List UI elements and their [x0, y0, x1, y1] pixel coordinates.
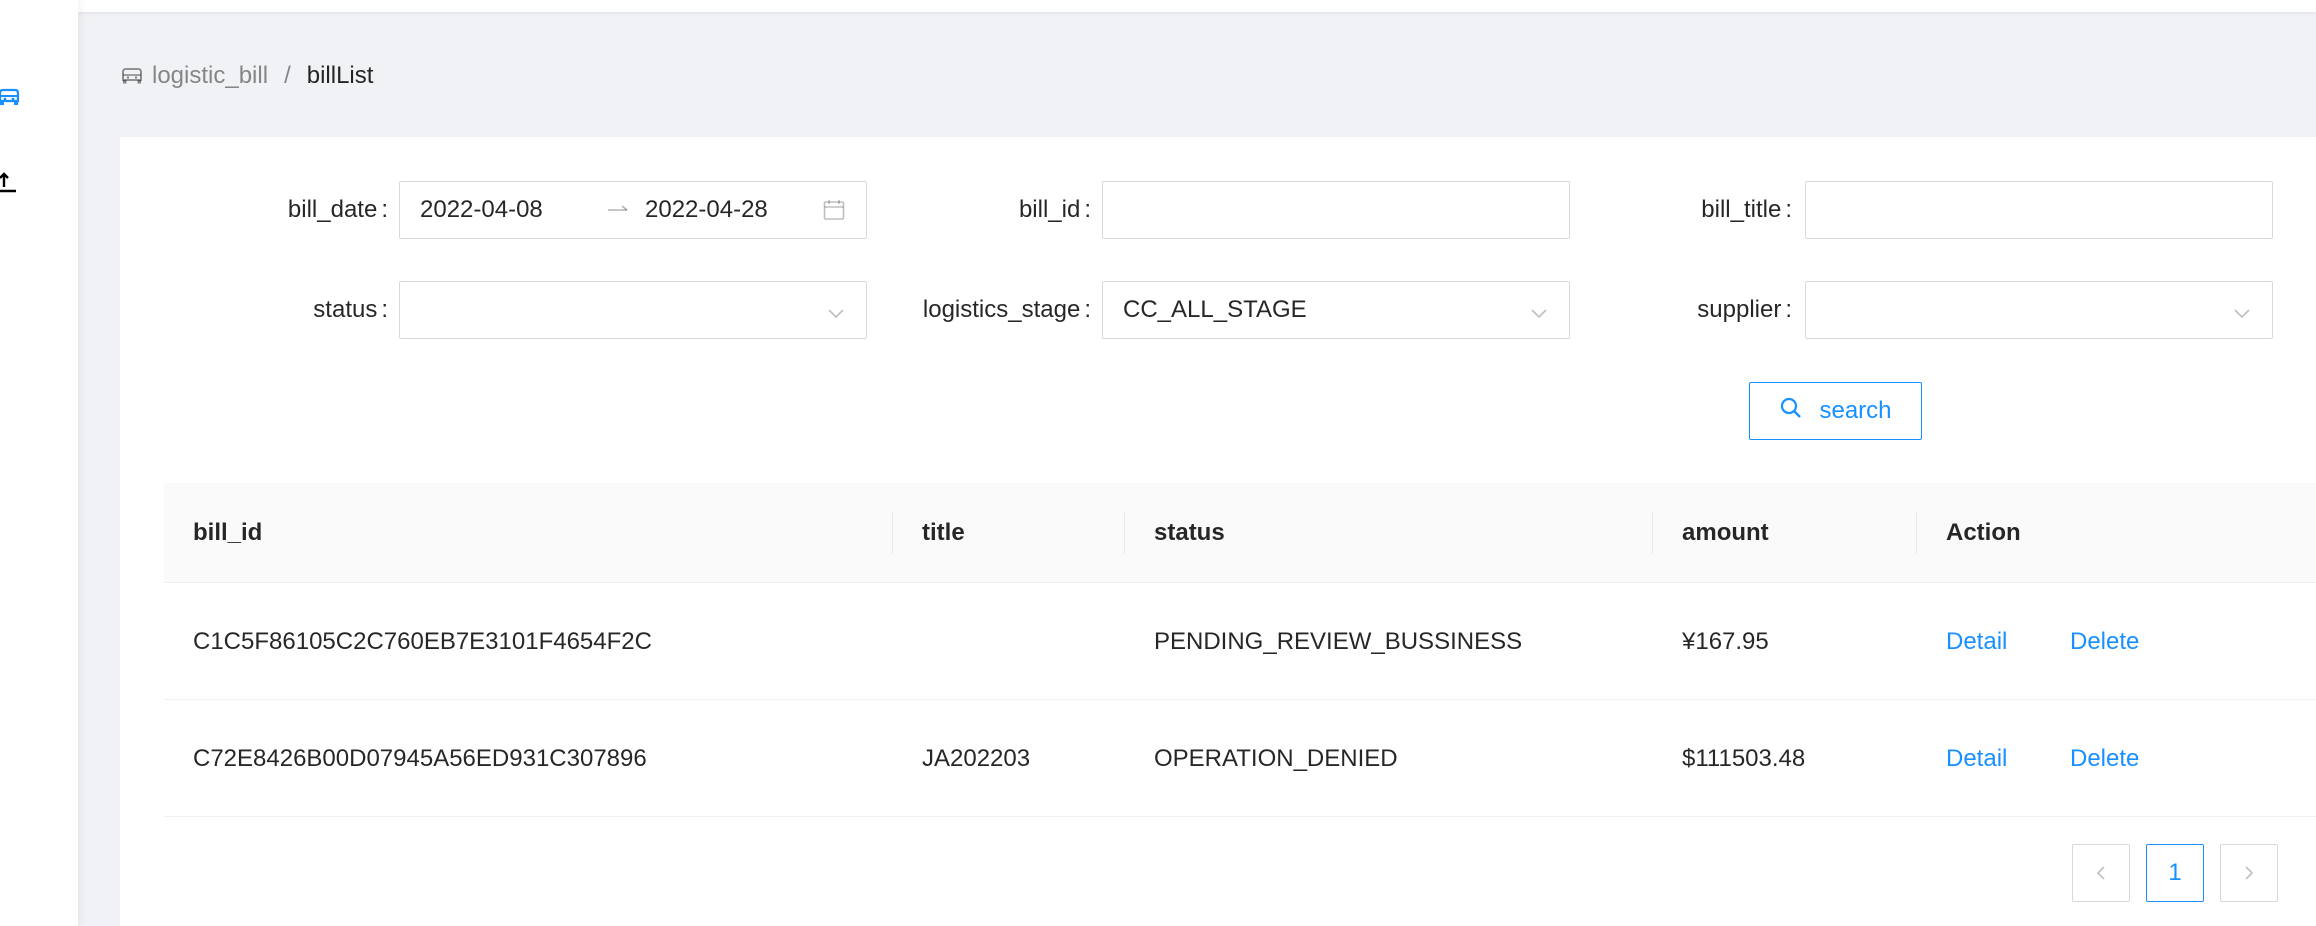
car-icon: [0, 88, 20, 105]
cell-action: Detail: [1946, 583, 2007, 700]
car-icon: [120, 64, 144, 88]
logistics-stage-label: logistics_stage: [923, 281, 1091, 339]
content-card: bill_date 2022-04-08 2022-04-28 bill_id: [120, 137, 2316, 926]
pagination-prev-button[interactable]: [2072, 844, 2130, 902]
menu-item-upload[interactable]: [0, 168, 24, 198]
cell-action: Delete: [2070, 700, 2139, 817]
table-row: C1C5F86105C2C760EB7E3101F4654F2C PENDING…: [164, 583, 2316, 700]
breadcrumb-parent[interactable]: logistic_bill: [152, 62, 268, 90]
bill-date-label: bill_date: [288, 181, 388, 239]
calendar-icon: [822, 198, 846, 229]
cell-status: PENDING_REVIEW_BUSSINESS: [1154, 627, 1523, 655]
status-select[interactable]: [399, 281, 867, 339]
breadcrumb: logistic_bill / billList: [120, 60, 373, 92]
column-header-title: title: [922, 519, 965, 546]
supplier-select[interactable]: [1805, 281, 2273, 339]
column-header-action: Action: [1946, 519, 2021, 546]
cell-title: JA202203: [922, 744, 1031, 772]
header-bar: [78, 0, 2316, 12]
logistics-stage-select[interactable]: CC_ALL_STAGE: [1102, 281, 1570, 339]
bill-title-input[interactable]: [1806, 182, 2272, 238]
pagination-page-item[interactable]: 1: [2146, 844, 2204, 902]
supplier-label: supplier: [1697, 281, 1792, 339]
bill-id-input-wrap: [1102, 181, 1570, 239]
bill-table: bill_id title status amount Action C1C5F…: [164, 483, 2316, 817]
status-label: status: [313, 281, 388, 339]
upload-icon: [0, 172, 16, 193]
cell-bill-id: C1C5F86105C2C760EB7E3101F4654F2C: [193, 627, 652, 655]
sider: [0, 0, 78, 926]
cell-status: OPERATION_DENIED: [1154, 744, 1398, 772]
column-divider: [892, 512, 893, 554]
table-row: C72E8426B00D07945A56ED931C307896 JA20220…: [164, 700, 2316, 817]
chevron-right-icon: [2245, 866, 2254, 880]
cell-bill-id: C72E8426B00D07945A56ED931C307896: [193, 744, 647, 772]
bill-id-input[interactable]: [1103, 182, 1569, 238]
cell-action: Delete: [2070, 583, 2139, 700]
logistics-stage-select-value: CC_ALL_STAGE: [1123, 296, 1307, 323]
cell-action: Detail: [1946, 700, 2007, 817]
filter-row-1: bill_date 2022-04-08 2022-04-28 bill_id: [120, 181, 2316, 239]
bill-date-end[interactable]: 2022-04-28: [645, 196, 768, 224]
column-divider: [1916, 512, 1917, 554]
delete-link[interactable]: Delete: [2070, 628, 2139, 656]
cell-amount: ¥167.95: [1682, 627, 1769, 655]
breadcrumb-current: billList: [306, 62, 374, 89]
pagination-next-button[interactable]: [2220, 844, 2278, 902]
search-icon: [1779, 396, 1803, 427]
bill-title-label: bill_title: [1701, 181, 1792, 239]
column-divider: [1124, 512, 1125, 554]
bill-date-start[interactable]: 2022-04-08: [420, 196, 543, 224]
column-divider: [1652, 512, 1653, 554]
table-header: bill_id title status amount Action: [164, 483, 2316, 583]
arrow-right-icon: [606, 198, 630, 229]
cell-amount: $111503.48: [1682, 744, 1806, 772]
bill-title-input-wrap: [1805, 181, 2273, 239]
filter-row-2: status logistics_stage CC_ALL_STAGE supp…: [120, 281, 2316, 339]
column-header-bill-id: bill_id: [193, 519, 263, 546]
detail-link[interactable]: Detail: [1946, 628, 2007, 656]
column-header-amount: amount: [1682, 519, 1769, 546]
menu-item-logistic-bill[interactable]: [0, 82, 24, 112]
search-button-label: search: [1819, 397, 1892, 424]
chevron-left-icon: [2096, 866, 2105, 880]
bill-date-range-picker[interactable]: 2022-04-08 2022-04-28: [399, 181, 867, 239]
bill-id-label: bill_id: [1019, 181, 1091, 239]
chevron-down-icon: [2232, 302, 2252, 330]
delete-link[interactable]: Delete: [2070, 745, 2139, 773]
chevron-down-icon: [1529, 302, 1549, 330]
breadcrumb-separator: /: [284, 62, 291, 89]
detail-link[interactable]: Detail: [1946, 745, 2007, 773]
pagination: 1: [2072, 844, 2278, 902]
chevron-down-icon: [826, 302, 846, 330]
search-button[interactable]: search: [1749, 382, 1922, 440]
column-header-status: status: [1154, 519, 1225, 546]
